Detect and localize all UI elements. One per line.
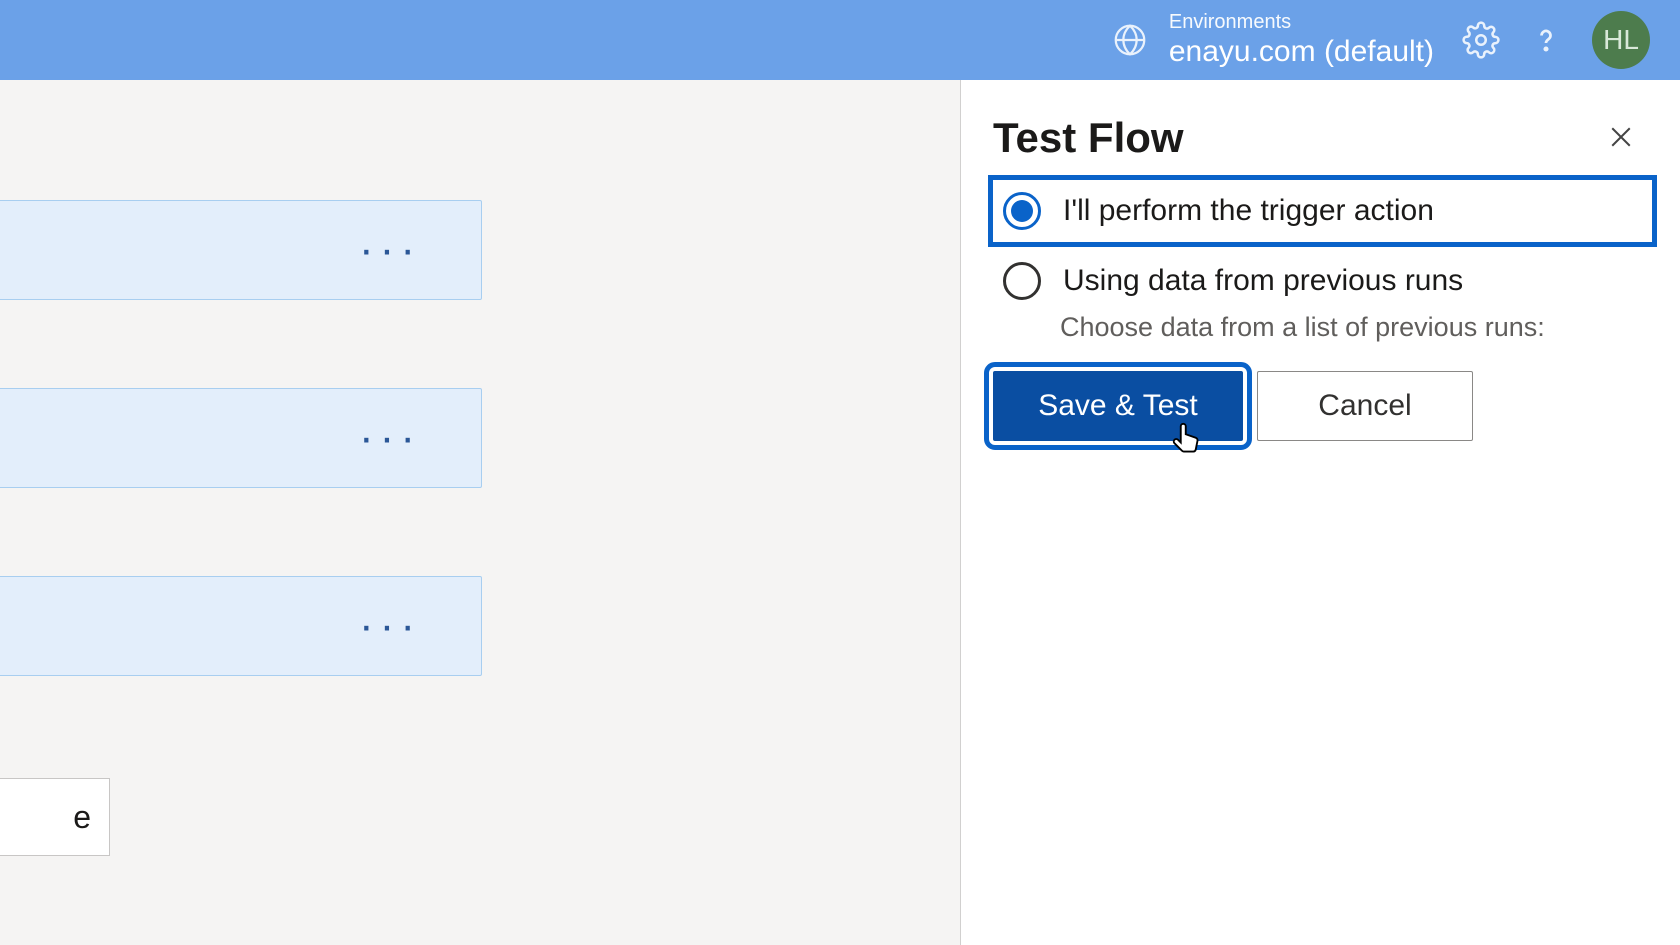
value-input[interactable]: e [0, 778, 110, 856]
flow-step-card[interactable]: ··· [0, 576, 482, 676]
flow-canvas: ··· ··· ··· e [0, 80, 960, 945]
radio-label: Using data from previous runs [1063, 264, 1463, 298]
radio-label: I'll perform the trigger action [1063, 194, 1434, 228]
environment-label: Environments [1169, 10, 1434, 34]
radio-icon [1003, 192, 1041, 230]
value-text: e [73, 799, 91, 836]
radio-icon [1003, 262, 1041, 300]
environment-picker[interactable]: Environments enayu.com (default) [1111, 10, 1434, 70]
test-flow-panel: Test Flow I'll perform the trigger actio… [960, 80, 1680, 945]
radio-desc-previous: Choose data from a list of previous runs… [993, 312, 1652, 361]
close-icon[interactable] [1602, 118, 1640, 156]
avatar[interactable]: HL [1592, 11, 1650, 69]
avatar-initials: HL [1603, 24, 1639, 56]
panel-title: Test Flow [993, 114, 1652, 162]
app-header: Environments enayu.com (default) HL [0, 0, 1680, 80]
radio-option-manual[interactable]: I'll perform the trigger action [993, 180, 1652, 242]
radio-option-previous-runs[interactable]: Using data from previous runs [993, 250, 1652, 312]
flow-step-card[interactable]: ··· [0, 388, 482, 488]
save-and-test-button[interactable]: Save & Test [993, 371, 1243, 441]
globe-icon [1111, 21, 1149, 59]
help-icon[interactable] [1528, 22, 1564, 58]
flow-step-card[interactable]: ··· [0, 200, 482, 300]
gear-icon[interactable] [1462, 21, 1500, 59]
cancel-button[interactable]: Cancel [1257, 371, 1473, 441]
environment-name: enayu.com (default) [1169, 34, 1434, 70]
